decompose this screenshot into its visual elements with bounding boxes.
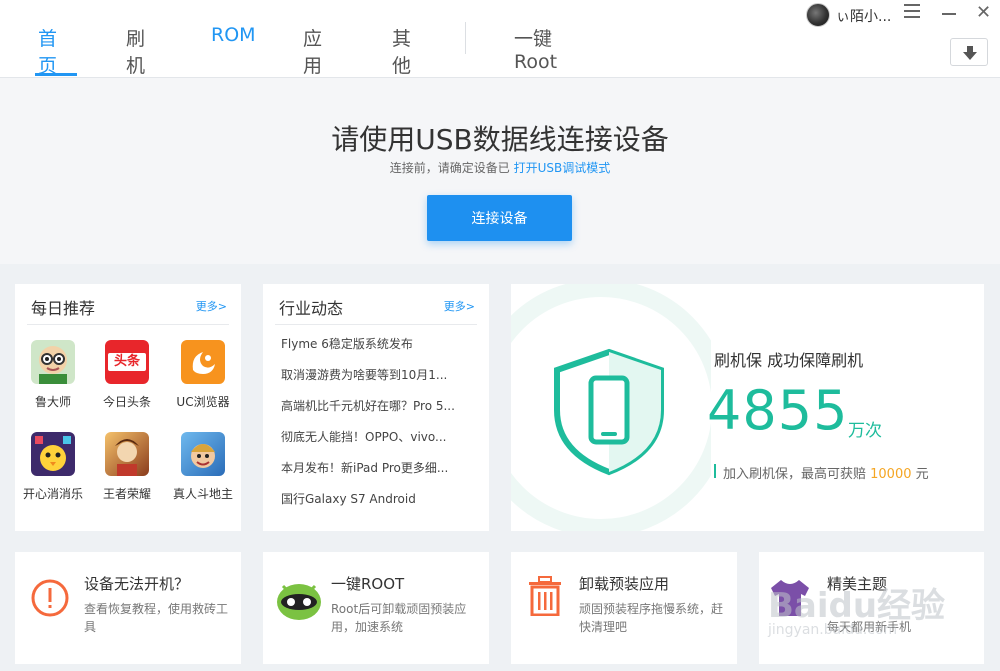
promo-accent-bar — [714, 464, 716, 478]
news-item[interactable]: 彻底无人能挡！OPPO、vivo... — [281, 428, 481, 445]
doudizhu-icon — [181, 432, 225, 476]
promo-text-suffix: 元 — [911, 467, 929, 482]
news-item[interactable]: 高端机比千元机好在哪？Pro 5... — [281, 397, 481, 414]
toutiao-logo-text: 头条 — [108, 353, 146, 371]
app-name: 今日头条 — [102, 395, 151, 409]
app-item[interactable]: 头条 今日头条 — [89, 340, 165, 410]
app-name: 开心消消乐 — [22, 487, 83, 501]
app-name: UC浏览器 — [176, 395, 230, 409]
connect-device-button[interactable]: 连接设备 — [427, 195, 572, 241]
divider — [275, 324, 477, 325]
active-tab-indicator — [35, 73, 77, 76]
app-name: 真人斗地主 — [172, 487, 233, 501]
close-icon[interactable]: ✕ — [976, 4, 991, 22]
menu-icon[interactable] — [904, 4, 920, 20]
news-card: 行业动态 更多> Flyme 6稳定版系统发布 取消漫游费为啥要等到10月1..… — [263, 284, 489, 531]
card-description: 查看恢复教程，使用救砖工具 — [84, 602, 229, 634]
device-wont-boot-card[interactable]: 设备无法开机？ 查看恢复教程，使用救砖工具 — [15, 552, 241, 664]
trash-icon — [529, 576, 561, 616]
promo-description: 加入刷机保，最高可获赔 10000 元 — [723, 463, 929, 482]
shield-phone-icon — [554, 348, 664, 476]
news-item[interactable]: Flyme 6稳定版系统发布 — [281, 335, 481, 352]
tab-rom[interactable]: ROM — [211, 24, 256, 46]
promo-unit: 万次 — [848, 421, 882, 441]
daily-more-link[interactable]: 更多> — [196, 298, 227, 314]
card-title: 卸载预装应用 — [579, 575, 670, 593]
avatar[interactable] — [806, 3, 830, 27]
news-item[interactable]: 国行Galaxy S7 Android — [281, 490, 481, 507]
download-button[interactable] — [950, 38, 988, 66]
watermark-brand: Baidu经验 — [768, 586, 946, 626]
tab-apps[interactable]: 应用 — [303, 24, 322, 78]
watermark-url: jingyan.baidu.com — [768, 622, 898, 638]
wangzhe-icon — [105, 432, 149, 476]
flash-insurance-card[interactable]: 刷机保 成功保障刷机 4855 万次 加入刷机保，最高可获赔 10000 元 — [511, 284, 984, 531]
connect-title: 请使用USB数据线连接设备 — [331, 123, 669, 156]
usb-debug-link[interactable]: 打开USB调试模式 — [514, 161, 611, 175]
connect-subtitle-text: 连接前，请确定设备已 — [389, 161, 510, 175]
warning-icon — [31, 579, 69, 617]
news-title: 行业动态 — [279, 299, 344, 318]
divider — [27, 324, 229, 325]
daily-recommend-card: 每日推荐 更多> 鲁大师 头条 今日头条 UC浏览器 开心消消乐 王者荣耀 真人… — [15, 284, 241, 531]
daily-title: 每日推荐 — [31, 299, 96, 318]
nav-divider — [465, 22, 466, 54]
root-robot-icon — [277, 584, 321, 620]
uc-browser-icon — [181, 340, 225, 384]
card-description: 顽固预装程序拖慢系统，赶快清理吧 — [579, 602, 724, 634]
tab-flash[interactable]: 刷机 — [126, 24, 145, 78]
tab-home[interactable]: 首页 — [38, 24, 57, 78]
download-icon — [963, 46, 977, 60]
app-item[interactable]: 真人斗地主 — [165, 432, 241, 502]
connect-subtitle: 连接前，请确定设备已 打开USB调试模式 — [0, 159, 1000, 176]
ludashi-icon — [31, 340, 75, 384]
app-item[interactable]: 王者荣耀 — [89, 432, 165, 502]
tab-other[interactable]: 其他 — [392, 24, 411, 78]
promo-text-prefix: 加入刷机保，最高可获赔 — [723, 467, 871, 482]
connect-panel: 请使用USB数据线连接设备 连接前，请确定设备已 打开USB调试模式 连接设备 — [0, 78, 1000, 264]
card-description: Root后可卸载顽固预装应用，加速系统 — [331, 602, 467, 634]
username[interactable]: ぃ陌小... — [836, 6, 891, 26]
app-item[interactable]: 开心消消乐 — [15, 432, 91, 502]
one-click-root-card[interactable]: 一键ROOT Root后可卸载顽固预装应用，加速系统 — [263, 552, 489, 664]
top-bar: 首页 刷机 ROM 应用 其他 一键Root ぃ陌小... ✕ — [0, 0, 1000, 78]
card-title: 设备无法开机？ — [84, 575, 190, 593]
promo-count: 4855 — [707, 379, 849, 442]
app-item[interactable]: 鲁大师 — [15, 340, 91, 410]
xiaoxiaole-icon — [31, 432, 75, 476]
uninstall-preinstalled-card[interactable]: 卸载预装应用 顽固预装程序拖慢系统，赶快清理吧 — [511, 552, 737, 664]
tab-root[interactable]: 一键Root — [514, 24, 557, 73]
minimize-icon[interactable] — [942, 13, 956, 15]
news-item[interactable]: 取消漫游费为啥要等到10月1... — [281, 366, 481, 383]
promo-amount: 10000 — [870, 467, 912, 482]
news-more-link[interactable]: 更多> — [444, 298, 475, 314]
card-title: 一键ROOT — [331, 575, 405, 593]
news-item[interactable]: 本月发布！新iPad Pro更多细... — [281, 459, 481, 476]
promo-title: 刷机保 成功保障刷机 — [714, 351, 864, 370]
app-name: 王者荣耀 — [102, 487, 151, 501]
app-item[interactable]: UC浏览器 — [165, 340, 241, 410]
toutiao-icon: 头条 — [105, 340, 149, 384]
baidu-jingyan-watermark: Baidu经验 jingyan.baidu.com — [768, 574, 988, 644]
app-name: 鲁大师 — [34, 395, 71, 409]
